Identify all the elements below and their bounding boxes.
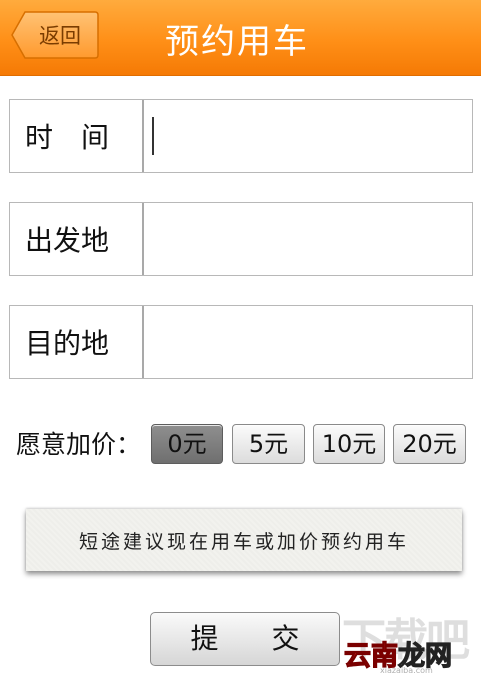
back-label: 返回 — [39, 24, 81, 48]
destination-label: 目的地 — [10, 306, 144, 378]
submit-button[interactable]: 提 交 — [150, 612, 340, 666]
page-title-text: 预约用车 — [165, 22, 309, 62]
time-input[interactable] — [146, 100, 472, 172]
destination-row: 目的地 — [9, 305, 473, 379]
price-option-20[interactable]: 20元 — [393, 424, 466, 464]
text-cursor — [152, 117, 154, 155]
price-option-0[interactable]: 0元 — [151, 424, 223, 464]
notice-banner: 短途建议现在用车或加价预约用车 — [26, 509, 462, 571]
origin-input[interactable] — [146, 203, 472, 275]
time-row: 时 间 — [9, 99, 473, 173]
destination-input[interactable] — [146, 306, 472, 378]
origin-label: 出发地 — [10, 203, 144, 275]
watermark-logo: 下载吧 云南龙网 xiazaiba.com — [338, 604, 478, 676]
watermark-url: xiazaiba.com — [380, 666, 433, 675]
back-button[interactable]: 返回 — [11, 10, 99, 60]
origin-row: 出发地 — [9, 202, 473, 276]
price-label: 愿意加价： — [16, 430, 142, 459]
price-option-5[interactable]: 5元 — [232, 424, 305, 464]
time-label: 时 间 — [10, 100, 144, 172]
top-bar: 返回 预约用车 — [0, 0, 481, 76]
price-option-10[interactable]: 10元 — [313, 424, 385, 464]
